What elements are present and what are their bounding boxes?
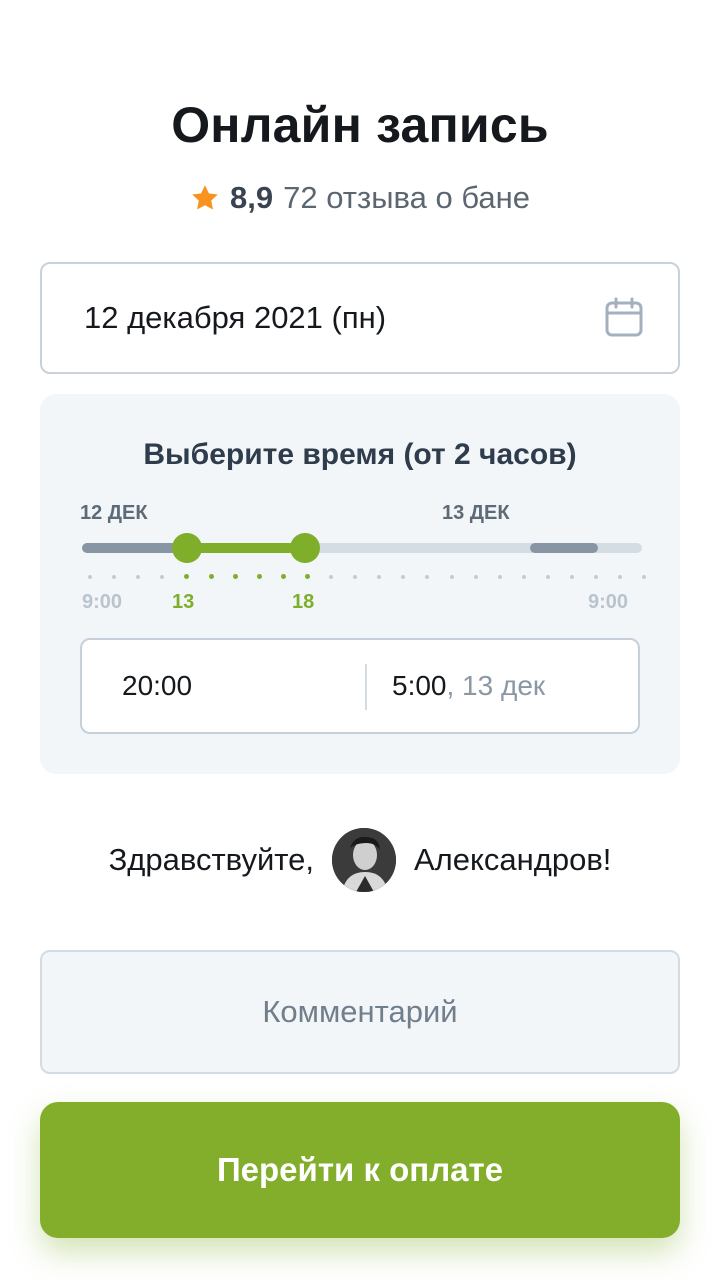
greeting-row: Здравствуйте, Александров! bbox=[0, 828, 720, 892]
time-picker-title: Выберите время (от 2 часов) bbox=[143, 438, 577, 471]
day-label-next: 13 ДЕК bbox=[442, 502, 510, 524]
hour-dot bbox=[618, 575, 623, 579]
range-end-handle[interactable] bbox=[290, 533, 320, 563]
hour-dot bbox=[304, 574, 310, 579]
rating-row: 8,9 72 отзыва о бане bbox=[0, 180, 720, 216]
user-avatar[interactable] bbox=[331, 828, 396, 892]
timeline-selected-segment bbox=[195, 543, 295, 553]
hour-dot bbox=[425, 575, 430, 579]
range-to-time: 5:00 bbox=[392, 670, 447, 701]
range-to-date: , 13 дек bbox=[446, 670, 546, 701]
hour-dot bbox=[545, 575, 550, 579]
date-picker-field[interactable]: 12 декабря 2021 (пн) bbox=[40, 262, 680, 374]
date-value: 12 декабря 2021 (пн) bbox=[84, 300, 387, 335]
hour-dot bbox=[208, 574, 214, 579]
time-range-box: 20:00 5:00, 13 дек bbox=[80, 638, 640, 734]
hour-dot bbox=[160, 575, 165, 579]
hour-dot bbox=[112, 575, 117, 579]
time-picker-panel: Выберите время (от 2 часов) 12 ДЕК 13 ДЕ… bbox=[40, 394, 680, 774]
page-title: Онлайн запись bbox=[171, 97, 549, 153]
tick-label-selected-end: 18 bbox=[292, 591, 315, 613]
hour-dots bbox=[82, 574, 647, 580]
tick-label-start: 9:00 bbox=[82, 591, 123, 613]
hour-dot bbox=[377, 575, 382, 579]
avatar-image bbox=[331, 828, 396, 892]
hour-dot bbox=[256, 574, 262, 579]
hour-dot bbox=[329, 575, 333, 579]
hour-dot bbox=[594, 575, 599, 579]
pay-button[interactable]: Перейти к оплате bbox=[40, 1102, 680, 1238]
tick-label-selected-start: 13 bbox=[172, 591, 195, 613]
timeline-booked-segment bbox=[82, 543, 177, 553]
greeting-text: Здравствуйте, bbox=[108, 842, 314, 877]
timeline-booked-segment bbox=[530, 543, 598, 553]
star-icon bbox=[192, 185, 218, 210]
day-label-start: 12 ДЕК bbox=[80, 502, 148, 524]
hour-dot bbox=[570, 575, 574, 579]
hour-dot bbox=[353, 575, 358, 579]
hour-dot bbox=[88, 575, 92, 579]
hour-dot bbox=[642, 575, 647, 579]
hour-dot bbox=[497, 575, 502, 579]
hour-dot bbox=[401, 575, 406, 579]
calendar-icon[interactable] bbox=[604, 297, 644, 339]
range-divider bbox=[365, 664, 367, 710]
reviews-link[interactable]: 72 отзыва о бане bbox=[283, 180, 530, 216]
hour-dot bbox=[449, 575, 454, 579]
hour-dot bbox=[521, 575, 526, 579]
tick-label-end: 9:00 bbox=[588, 591, 629, 613]
range-to[interactable]: 5:00, 13 дек bbox=[392, 670, 545, 702]
hour-dot bbox=[184, 574, 190, 579]
user-name: Александров! bbox=[413, 842, 612, 877]
hour-dot bbox=[280, 574, 286, 579]
hour-dot bbox=[136, 575, 141, 579]
rating-score: 8,9 bbox=[230, 180, 274, 215]
hour-dot bbox=[232, 574, 238, 579]
range-start-handle[interactable] bbox=[172, 533, 202, 563]
hour-dot bbox=[473, 575, 478, 579]
comment-input[interactable] bbox=[40, 950, 680, 1074]
range-from-time[interactable]: 20:00 bbox=[122, 670, 192, 702]
